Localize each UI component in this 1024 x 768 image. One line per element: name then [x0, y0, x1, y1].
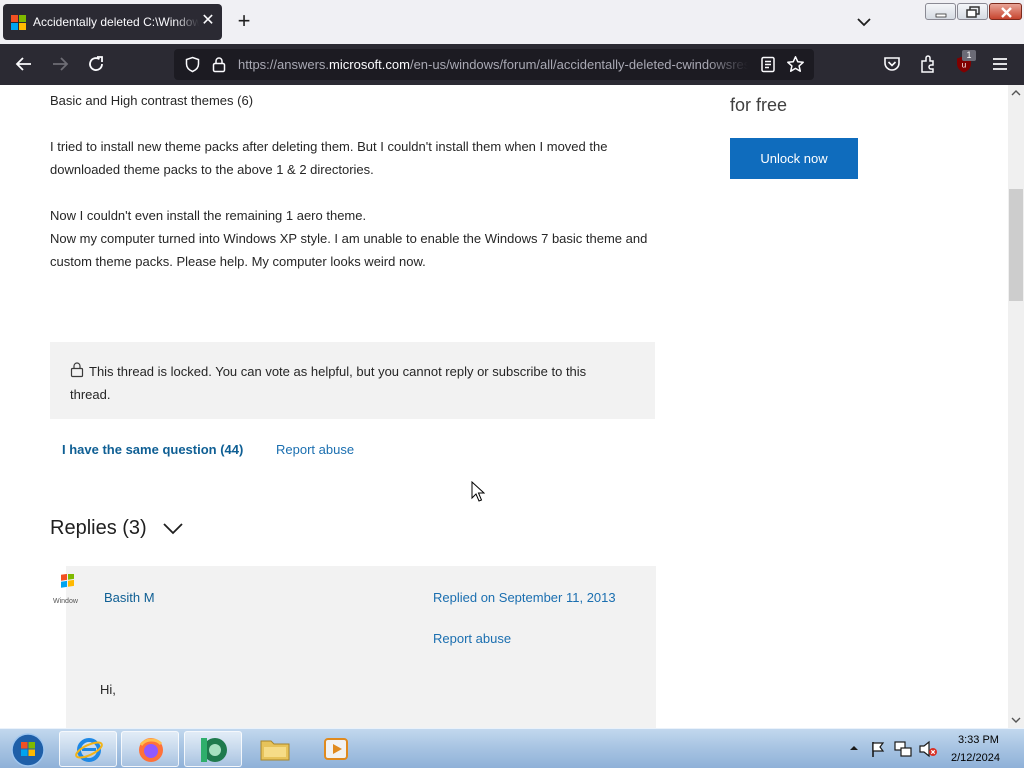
taskbar-file-explorer[interactable] [247, 731, 305, 767]
reader-view-icon[interactable] [760, 56, 776, 73]
back-icon[interactable] [14, 54, 34, 74]
extension-badge: 1 [962, 50, 976, 61]
media-player-icon [324, 738, 348, 760]
browser-toolbar: https://answers.microsoft.com/en-us/wind… [0, 44, 1024, 85]
taskbar-firefox[interactable] [121, 731, 179, 767]
report-abuse-link[interactable]: Report abuse [276, 442, 354, 457]
tab-title: Accidentally deleted C:\Windows\resource… [33, 15, 199, 29]
aero-line: Now I couldn't even install the remainin… [50, 208, 367, 223]
browser-tab-active[interactable]: Accidentally deleted C:\Windows\resource… [3, 4, 222, 40]
mouse-cursor-icon [471, 481, 485, 502]
internet-explorer-icon [75, 738, 103, 762]
locked-notice-text: This thread is locked. You can vote as h… [70, 360, 590, 406]
url-prefix: https://answers. [238, 57, 330, 72]
url-domain: microsoft.com [329, 57, 410, 72]
window-restore-button[interactable] [957, 3, 988, 20]
taskbar-internet-explorer[interactable] [59, 731, 117, 767]
sidebar-for-free-text: for free [730, 95, 788, 115]
scroll-up-icon[interactable] [1008, 85, 1024, 101]
chevron-down-icon[interactable] [855, 13, 873, 31]
clock-date[interactable]: 2/12/2024 [951, 752, 1000, 764]
reply-report-abuse-link[interactable]: Report abuse [433, 631, 511, 646]
web-page: Basic and High contrast themes (6) I tri… [0, 85, 1008, 728]
reply-author-link[interactable]: Basith M [104, 590, 155, 605]
svg-text:Window: Window [53, 598, 79, 605]
themes-line: Basic and High contrast themes (6) [50, 93, 254, 108]
windows-taskbar: 3:33 PM 2/12/2024 [0, 728, 1024, 768]
chevron-down-icon[interactable] [162, 522, 184, 536]
clock-time[interactable]: 3:33 PM [958, 734, 999, 746]
firefox-icon [139, 738, 163, 762]
lock-icon[interactable] [211, 56, 227, 73]
network-icon[interactable] [893, 739, 913, 759]
tab-close-icon[interactable]: ✕ [200, 13, 216, 29]
extensions-icon[interactable] [918, 54, 938, 74]
page-scrollbar[interactable] [1008, 85, 1024, 728]
url-path: /en-us/windows/forum/all/accidentally-de… [409, 57, 748, 72]
forward-icon[interactable] [50, 54, 70, 74]
volume-muted-icon[interactable] [918, 739, 938, 759]
avatar: Window [53, 574, 79, 605]
window-close-button[interactable] [989, 3, 1022, 20]
reload-icon[interactable] [86, 54, 106, 74]
bookmark-star-icon[interactable] [786, 55, 805, 74]
locked-notice-label: This thread is locked. You can vote as h… [70, 364, 587, 402]
shield-icon[interactable] [184, 56, 201, 73]
reply-date: Replied on September 11, 2013 [433, 590, 616, 605]
replies-heading: Replies (3) [50, 517, 147, 539]
taskbar-media-player[interactable] [309, 731, 367, 767]
locked-notice: This thread is locked. You can vote as h… [50, 342, 655, 419]
browser-titlebar: Accidentally deleted C:\Windows\resource… [0, 0, 1024, 44]
taskbar-green-app[interactable] [184, 731, 242, 767]
unlock-now-button[interactable]: Unlock now [730, 138, 858, 179]
new-tab-button[interactable]: + [234, 10, 254, 32]
window-minimize-button[interactable] [925, 3, 956, 20]
url-bar[interactable]: https://answers.microsoft.com/en-us/wind… [174, 49, 814, 80]
install-paragraph: I tried to install new theme packs after… [50, 139, 608, 177]
folder-icon [260, 740, 290, 761]
url-text[interactable]: https://answers.microsoft.com/en-us/wind… [238, 57, 748, 72]
action-center-flag-icon[interactable] [870, 740, 886, 758]
menu-icon[interactable] [990, 54, 1010, 74]
reply-greeting: Hi, [100, 682, 116, 697]
windows-start-icon[interactable] [4, 730, 48, 768]
scrollbar-thumb[interactable] [1009, 189, 1023, 301]
svg-text:u: u [962, 61, 966, 70]
xp-paragraph: Now my computer turned into Windows XP s… [50, 231, 648, 269]
show-hidden-icons-icon[interactable] [848, 743, 860, 753]
pocket-icon[interactable] [882, 54, 902, 74]
microsoft-logo-icon [11, 15, 26, 30]
scroll-down-icon[interactable] [1008, 712, 1024, 728]
green-app-icon [201, 738, 227, 762]
same-question-button[interactable]: I have the same question (44) [62, 442, 243, 457]
